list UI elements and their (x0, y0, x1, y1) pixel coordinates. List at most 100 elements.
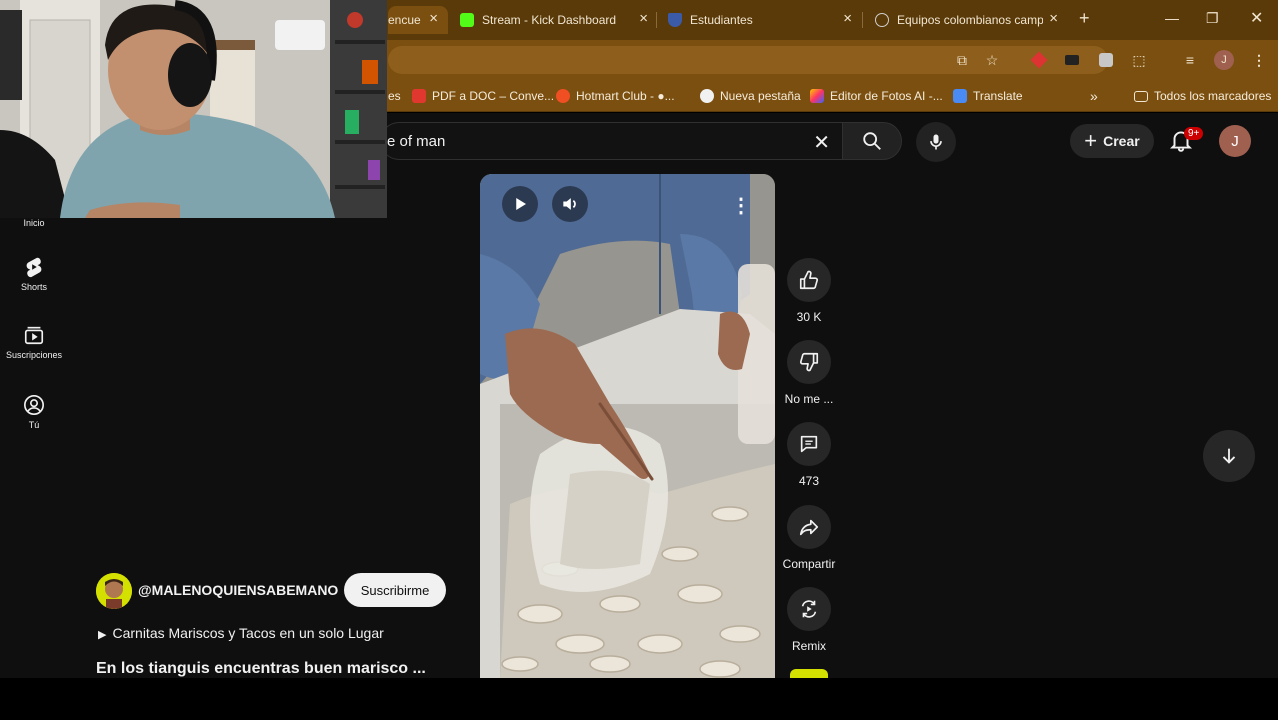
sidebar-item-subscriptions[interactable]: Suscripciones (0, 324, 68, 360)
hotmart-icon (556, 89, 570, 103)
tab-kick-dashboard[interactable]: Stream - Kick Dashboard × (460, 6, 648, 34)
tab-equipos-colombianos[interactable]: Equipos colombianos camp × (875, 6, 1058, 34)
play-icon (516, 198, 526, 210)
sidebar-item-shorts[interactable]: Shorts (0, 256, 68, 292)
dislike-button[interactable]: No me ... (776, 340, 842, 406)
tab-separator (656, 12, 657, 28)
streamer-webcam-image (0, 0, 387, 218)
remix-icon (801, 600, 817, 618)
like-button[interactable]: 30 K (776, 258, 842, 324)
bookmark-item[interactable]: Nueva pestaña (700, 87, 801, 105)
channel-name[interactable]: @MALENOQUIENSABEMANO (138, 582, 338, 598)
search-icon (863, 132, 881, 150)
shorts-icon (26, 257, 42, 278)
channel-thumbnail[interactable] (790, 669, 828, 678)
tab-title: Estudiantes (690, 13, 753, 27)
tab-title: Equipos colombianos camp (897, 13, 1043, 27)
share-button[interactable]: Compartir (776, 505, 842, 571)
more-options-icon[interactable]: ⋮ (731, 192, 751, 218)
microphone-icon (930, 134, 942, 150)
bookmark-item[interactable]: es (388, 87, 401, 105)
tab-title: Stream - Kick Dashboard (482, 13, 617, 27)
bookmark-label: Nueva pestaña (720, 89, 801, 103)
account-avatar[interactable]: J (1219, 125, 1251, 157)
remix-label: Remix (791, 639, 826, 653)
arrow-down-icon (1222, 448, 1236, 464)
play-small-icon: ▶ (98, 629, 107, 641)
create-button[interactable]: + Crear (1070, 124, 1154, 158)
tab-close-icon[interactable]: × (639, 11, 648, 27)
bookmark-label: PDF a DOC – Conve... (432, 89, 555, 103)
restore-button[interactable]: ❐ (1206, 10, 1219, 27)
comments-button[interactable]: 473 (776, 422, 842, 488)
clear-search-icon[interactable]: ✕ (813, 130, 830, 155)
shorts-video-player[interactable] (480, 174, 775, 678)
all-bookmarks-button[interactable]: Todos los marcadores (1134, 87, 1271, 105)
share-label: Compartir (782, 557, 836, 571)
bookmarks-overflow-button[interactable]: » (1090, 87, 1098, 105)
bookmark-item[interactable]: Editor de Fotos AI -... (810, 87, 943, 105)
tab-close-icon[interactable]: × (843, 11, 852, 27)
bookmark-label: Editor de Fotos AI -... (830, 89, 943, 103)
play-button[interactable] (502, 186, 538, 222)
playlist-link[interactable]: ▶ Carnitas Mariscos y Tacos en un solo Lu… (98, 625, 384, 641)
globe-icon (875, 13, 889, 27)
media-control-icon[interactable]: ≡ (1181, 51, 1199, 69)
shield-icon (668, 13, 682, 27)
volume-button[interactable] (552, 186, 588, 222)
webcam-overlay (0, 0, 387, 218)
you-icon (24, 395, 44, 415)
sidebar-item-label: Suscripciones (5, 350, 63, 360)
install-app-icon[interactable]: ⧉ (953, 51, 971, 69)
subscribe-button[interactable]: Suscribirme (344, 573, 446, 607)
extension-dark-icon[interactable] (1063, 51, 1081, 69)
subscriptions-icon (24, 326, 44, 345)
voice-search-button[interactable] (916, 122, 956, 162)
bookmark-label: es (388, 89, 401, 103)
create-label: Crear (1103, 133, 1140, 149)
bookmark-item[interactable]: Translate (953, 87, 1023, 105)
photo-editor-icon (810, 89, 824, 103)
tab-youtube[interactable]: encue × (388, 6, 448, 34)
remix-button[interactable]: Remix (776, 587, 842, 653)
folder-icon (1134, 90, 1148, 102)
next-video-button[interactable] (1203, 430, 1255, 482)
tab-close-icon[interactable]: × (1049, 11, 1058, 27)
extensions-puzzle-icon[interactable]: ⬚ (1130, 51, 1148, 69)
browser-profile-avatar[interactable]: J (1214, 50, 1234, 70)
bookmark-item[interactable]: Hotmart Club - ●... (556, 87, 675, 105)
playlist-title: Carnitas Mariscos y Tacos en un solo Lug… (112, 625, 384, 641)
bookmark-label: Translate (973, 89, 1023, 103)
thumbs-up-icon (799, 270, 819, 290)
video-title[interactable]: En los tianguis encuentras buen marisco … (96, 660, 426, 678)
dislike-label: No me ... (784, 392, 834, 406)
letterbox-bar (0, 678, 1278, 720)
tab-estudiantes[interactable]: Estudiantes × (668, 6, 852, 34)
youtube-mini-sidebar: Inicio Shorts Suscripciones Tú (0, 168, 68, 678)
bookmark-item[interactable]: PDF a DOC – Conve... (412, 87, 554, 105)
volume-icon (563, 198, 576, 210)
kick-icon (460, 13, 474, 27)
thumbs-down-icon (799, 352, 819, 372)
window-close-button[interactable]: ✕ (1250, 8, 1263, 28)
new-tab-button[interactable]: + (1079, 8, 1090, 29)
tab-title: encue (388, 13, 421, 27)
overflow-icon: » (1090, 88, 1098, 104)
comments-count: 473 (798, 474, 820, 488)
globe-icon (700, 89, 714, 103)
bookmark-star-icon[interactable]: ☆ (983, 51, 1001, 69)
tab-close-icon[interactable]: × (429, 11, 438, 27)
search-button[interactable] (842, 122, 902, 160)
bookmark-label: Todos los marcadores (1154, 89, 1272, 103)
video-frame-image (480, 174, 775, 678)
search-input[interactable]: e of man ✕ (380, 122, 842, 160)
browser-menu-icon[interactable]: ⋮ (1250, 51, 1268, 69)
extension-gray-icon[interactable] (1097, 51, 1115, 69)
extension-red-icon[interactable] (1030, 51, 1048, 69)
channel-avatar[interactable] (96, 573, 132, 609)
minimize-button[interactable]: — (1165, 10, 1179, 26)
sidebar-item-you[interactable]: Tú (0, 394, 68, 430)
tab-separator (862, 12, 863, 28)
pdf-icon (412, 89, 426, 103)
like-count: 30 K (796, 310, 822, 324)
